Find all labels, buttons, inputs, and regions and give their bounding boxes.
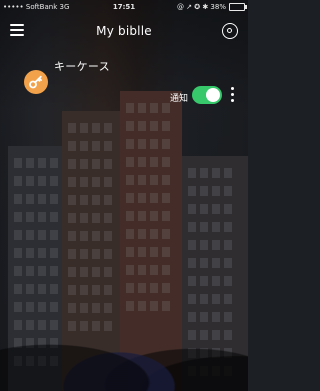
notification-toggle[interactable] [192,86,222,104]
item-name: キーケース [54,60,110,73]
status-icons-and-battery-text: @ ↗ ✪ ✱ 38% [176,3,226,11]
navigation-bar: My biblle [0,14,248,48]
list-item[interactable]: キーケース 通知 [0,48,248,118]
status-right: @ ↗ ✪ ✱ 38% [176,0,247,14]
status-bar: ••••• SoftBank 3G 17:51 @ ↗ ✪ ✱ 38% [0,0,248,14]
notification-label: 通知 [169,94,188,104]
battery-icon [229,3,247,11]
radar-icon[interactable] [222,23,238,39]
key-icon [24,70,48,94]
more-options-icon[interactable] [229,87,235,103]
toggle-knob [206,88,220,102]
page-title: My biblle [96,24,152,38]
